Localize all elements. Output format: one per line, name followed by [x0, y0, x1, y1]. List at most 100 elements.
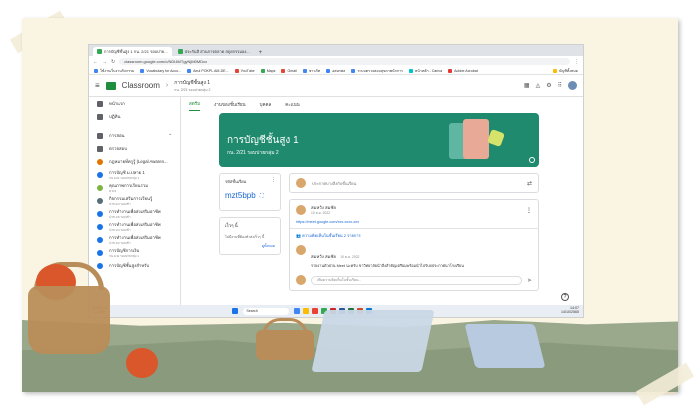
classroom-app: ≡ Classroom › การบัญชีชั้นสูง 1 กน. 2/21… — [89, 75, 583, 307]
bookmark-item[interactable]: YouTube — [234, 68, 255, 73]
bookmark-item[interactable]: Adobe Acrobat — [448, 68, 478, 73]
bookmark-item[interactable]: ระบบตรวจสอบสุขภาพนักการ — [351, 68, 403, 74]
calendar-icon — [97, 113, 103, 120]
bookmark-item[interactable]: Gmail — [281, 68, 297, 73]
settings-icon[interactable]: ⚙ — [546, 82, 551, 89]
drive-icon[interactable]: ◬ — [536, 82, 541, 89]
apple-decoration — [126, 348, 158, 378]
app-icon[interactable] — [303, 308, 310, 314]
taskbar-clock[interactable]: 14:07 14/10/2565 — [561, 306, 579, 315]
avatar — [296, 275, 306, 285]
view-all-link[interactable]: ดูทั้งหมด — [225, 243, 275, 249]
info-icon[interactable] — [529, 157, 535, 163]
forward-icon[interactable]: → — [102, 59, 107, 65]
class-avatar-icon — [97, 210, 103, 217]
tab-people[interactable]: บุคคล — [260, 101, 272, 111]
app-icon[interactable] — [312, 308, 319, 314]
chevron-up-icon: ⌃ — [168, 132, 172, 138]
comment-input[interactable]: เพิ่มความคิดเห็นในชั้นเรียน... — [311, 275, 522, 285]
class-banner: การบัญชีชั้นสูง 1 กน. 2/21 รอบบ่ายกลุ่ม … — [219, 113, 539, 167]
class-avatar-icon — [97, 262, 103, 269]
avatar[interactable] — [568, 81, 577, 90]
reload-icon[interactable]: ↻ — [111, 59, 115, 65]
sidebar-item-class[interactable]: การทำงานเพื่อส่งเสริมอาชีพ ปวช.1/2 รอบเช้… — [89, 233, 180, 246]
browser-tab[interactable]: ประกันสิ ส่วนการตลาด สถุยกรรมอง... — [174, 47, 254, 56]
bookmark-item[interactable]: ใช้งาน/ใบงานกิจกรรม — [94, 68, 134, 74]
upcoming-card: เร็วๆ นี้ ไม่มีงานที่ต้องทำส่งเร็วๆ นี้ … — [219, 217, 281, 255]
stream-main: การบัญชีชั้นสูง 1 กน. 2/21 รอบบ่ายกลุ่ม … — [219, 113, 539, 291]
browser-window: การบัญชีชั้นสูง 1 กน. 2/21 รอบบ่าย... ปร… — [88, 44, 584, 318]
address-bar-row: ← → ↻ classroom.google.com/c/NDI4MTgyNjM… — [89, 56, 583, 67]
sidebar-item-class[interactable]: การบัญชีการเงิน กน.1/11 รอบบ่ายกลุ่ม 1 — [89, 246, 180, 259]
classroom-logo-icon — [105, 81, 116, 90]
class-comments-toggle[interactable]: 👥 ความคิดเห็นในชั้นเรียน 2 รายการ — [290, 228, 538, 242]
sidebar-item-class[interactable]: กิจกรรมเสริมการเรียนรู้ ปวช.2/3 รอบเช้า — [89, 194, 180, 207]
post-author: สมหวัง สมชัย — [311, 205, 336, 210]
class-code[interactable]: mzt5bpb — [225, 191, 275, 200]
menu-dots-icon[interactable]: ⋮ — [574, 59, 579, 65]
fullscreen-icon[interactable]: ⛶ — [260, 193, 264, 199]
apps-grid-icon[interactable]: ⠿ — [558, 82, 562, 89]
taskbar-search[interactable]: Search — [243, 307, 290, 315]
banner-illustration — [449, 117, 509, 163]
sidebar-item-calendar[interactable]: ปฏิทิน — [89, 110, 180, 123]
avatar — [296, 245, 306, 255]
more-vert-icon[interactable]: ⋮ — [271, 177, 276, 183]
class-avatar-icon — [97, 249, 103, 256]
url-input[interactable]: classroom.google.com/c/NDI4MTgyNjM0MDcx — [119, 58, 570, 65]
sidebar-item-review[interactable]: ตรวจสอบ — [89, 142, 180, 155]
sidebar-item-class[interactable]: คุณภาพการเรียนรวม ห.3/4 — [89, 181, 180, 194]
sidebar-item-class[interactable]: การทำงานเพื่อส่งเสริมอาชีพ ปวช.1/4 รอบเช้… — [89, 220, 180, 233]
blanket-decoration — [464, 324, 546, 368]
topbar-actions: ▦ ◬ ⚙ ⠿ — [524, 81, 577, 90]
bookmark-item[interactable]: ชาวภัท — [302, 68, 320, 74]
more-vert-icon[interactable]: ⋮ — [526, 207, 532, 214]
class-title: การบัญชีชั้นสูง 1 — [227, 135, 299, 146]
meet-link[interactable]: https://meet.google.com/xxx-xxxx-xxx — [290, 220, 538, 224]
app-icon[interactable] — [294, 308, 301, 314]
sidebar-item-home[interactable]: หน้าแรก — [89, 97, 180, 110]
bookmark-item[interactable]: บัญชีทั้งหมด — [553, 68, 578, 74]
tab-stream[interactable]: สตรีม — [189, 100, 201, 111]
bookmark-item[interactable]: Maps — [260, 68, 275, 73]
calendar-icon[interactable]: ▦ — [524, 82, 530, 89]
sidebar-item-class[interactable]: การบัญชี ม.ปลาย 1 กน.1/21 รอบบ่ายกลุ่ม 1 — [89, 168, 180, 181]
avatar — [296, 178, 306, 188]
class-avatar-icon — [97, 158, 103, 165]
back-icon[interactable]: ← — [93, 59, 98, 65]
class-avatar-icon — [97, 223, 103, 230]
help-icon[interactable]: ? — [561, 293, 569, 301]
post-date: 10 ต.ค. 2022 — [311, 211, 331, 215]
bookmark-item[interactable]: หน้าหลัก - Canva — [408, 68, 442, 74]
reply-row: เพิ่มความคิดเห็นในชั้นเรียน... ➤ — [290, 272, 538, 288]
basket-decoration — [256, 330, 314, 360]
comment: สมหวัง สมชัย 10 ต.ค. 2022 รายงานตัวผ่าน … — [290, 242, 538, 272]
menu-icon[interactable]: ≡ — [95, 81, 100, 90]
bookmark-item[interactable]: Vocabulary for Acco... — [140, 68, 181, 73]
class-section: กน. 2/21 รอบบ่ายกลุ่ม 2 — [227, 150, 279, 156]
windows-start-icon[interactable] — [232, 308, 239, 314]
sidebar-item-class[interactable]: การทำงานเพื่อส่งเสริมอาชีพ ปวช.1/6 รอบเช้… — [89, 207, 180, 220]
folder-icon — [97, 145, 103, 152]
breadcrumb[interactable]: การบัญชีชั้นสูง 1 กน. 2/21 รอบบ่ายกลุ่ม … — [174, 79, 210, 93]
class-code-card: รหัสชั้นเรียน ⋮ mzt5bpb ⛶ — [219, 173, 281, 211]
classroom-favicon-icon — [97, 49, 102, 54]
sidebar-item-class[interactable]: การบัญชีชั้นสูงสำหรับ — [89, 259, 180, 272]
browser-tab[interactable]: การบัญชีชั้นสูง 1 กน. 2/21 รอบบ่าย... — [93, 47, 172, 56]
send-icon[interactable]: ➤ — [527, 277, 532, 284]
classroom-favicon-icon — [177, 49, 183, 54]
repost-icon[interactable]: ⇄ — [527, 180, 532, 187]
tab-classwork[interactable]: งานของชั้นเรียน — [214, 101, 246, 111]
sidebar-item-class[interactable]: กฎหมายที่ครูรู้ (Legal Awaren... — [89, 155, 180, 168]
app-topbar: ≡ Classroom › การบัญชีชั้นสูง 1 กน. 2/21… — [89, 75, 583, 97]
sidebar-item-teaching[interactable]: การสอน ⌃ — [89, 129, 180, 142]
app-title[interactable]: Classroom — [122, 81, 160, 90]
class-avatar-icon — [97, 236, 103, 243]
bookmark-item[interactable]: Aeul POKPL AM-DE... — [187, 68, 229, 73]
announce-box[interactable]: ประกาศบางสิ่งกับชั้นเรียน ⇄ — [289, 173, 539, 193]
new-tab-icon[interactable]: + — [256, 50, 266, 56]
tab-grades[interactable]: คะแนน — [285, 101, 299, 111]
basket-decoration — [28, 286, 110, 354]
people-icon — [97, 132, 103, 139]
bookmark-item[interactable]: อสยกพล — [326, 68, 345, 74]
